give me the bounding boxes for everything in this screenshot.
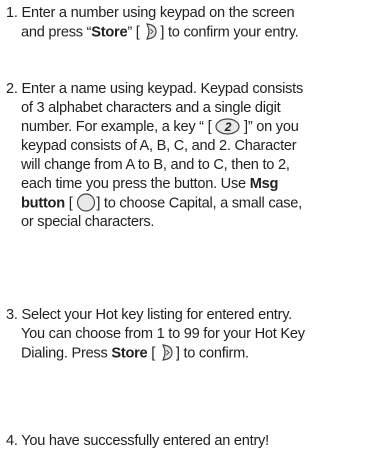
- step-3-line-3: Dialing. Press Store [ ] to confirm.: [6, 344, 368, 363]
- msg-label: Msg: [249, 176, 279, 192]
- step-1-line-2: and press “Store” [ ] to confirm your en…: [6, 23, 368, 42]
- step-2-line-1: 2. Enter a name using keypad. Keypad con…: [6, 81, 304, 97]
- step-3-line-2: You can choose from 1 to 99 for your Hot…: [21, 326, 305, 342]
- step-1-line-1: 1. Enter a number using keypad on the sc…: [6, 5, 295, 21]
- step-2: 2. Enter a name using keypad. Keypad con…: [6, 80, 368, 232]
- step-number: 1.: [6, 5, 18, 21]
- msg-button-icon: [76, 193, 96, 212]
- key-2-digit: 2: [224, 120, 232, 134]
- store-label: Store: [91, 24, 128, 41]
- step-2-line-2: of 3 alphabet characters and a single di…: [21, 100, 281, 116]
- step-2-line-8: or special characters.: [21, 214, 155, 231]
- step-2-line-6: each time you press the button. Use Msg: [21, 176, 279, 192]
- button-label: button: [21, 195, 65, 212]
- step-3: 3. Select your Hot key listing for enter…: [6, 306, 368, 363]
- step-number: 2.: [6, 81, 18, 97]
- store-label: Store: [111, 345, 148, 362]
- step-4: 4. You have successfully entered an entr…: [6, 432, 368, 451]
- step-number: 3.: [6, 307, 18, 323]
- store-key-icon: [159, 343, 176, 362]
- step-number: 4.: [6, 433, 18, 449]
- store-key-icon: [143, 22, 160, 41]
- step-3-line-1: 3. Select your Hot key listing for enter…: [6, 307, 292, 323]
- step-2-line-5: will change from A to B, and to C, then …: [21, 157, 290, 173]
- step-2-line-4: keypad consists of A, B, C, and 2. Chara…: [21, 138, 297, 154]
- key-2-icon: 2: [215, 118, 240, 135]
- step-2-line-3: number. For example, a key “ [ 2 ]” on y…: [21, 118, 299, 135]
- step-4-line-1: 4. You have successfully entered an entr…: [6, 433, 269, 449]
- step-1: 1. Enter a number using keypad on the sc…: [6, 4, 368, 42]
- step-2-line-7: button [ ] to choose Capital, a small ca…: [6, 193, 368, 213]
